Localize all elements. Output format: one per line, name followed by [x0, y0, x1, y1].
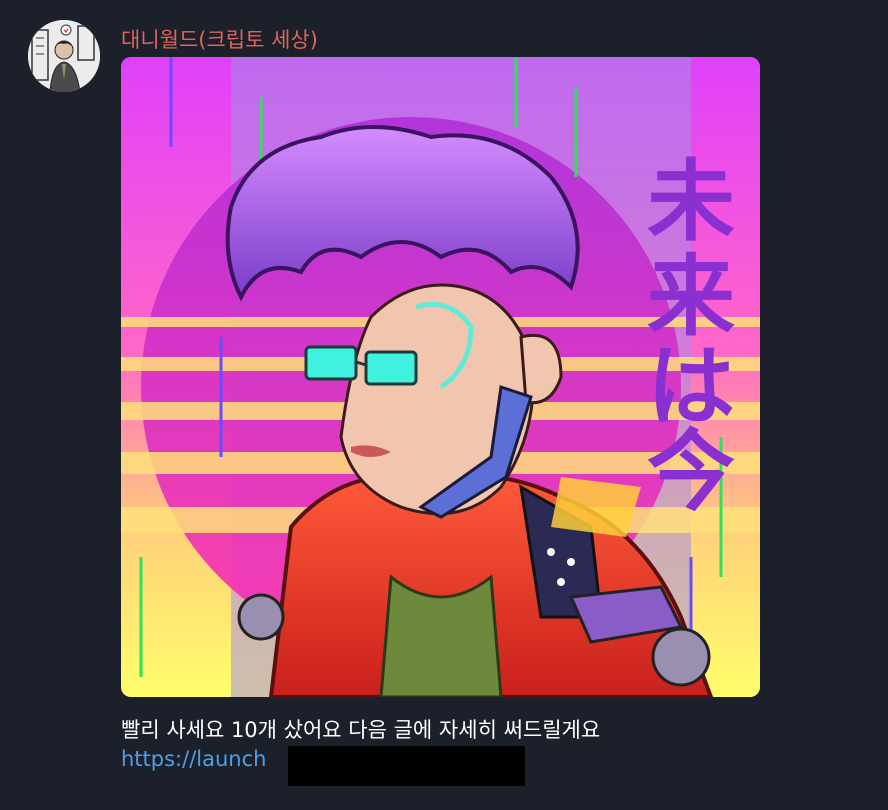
chat-message: 대니월드(크립토 세상) 未 来 は 今 빨리 사세요 10개 샀어요 다음 글…	[0, 0, 888, 810]
photo-attachment[interactable]: 未 来 は 今	[121, 57, 760, 697]
message-link[interactable]: https://launch	[121, 747, 266, 771]
cyberpunk-artwork: 未 来 は 今	[121, 57, 760, 697]
svg-text:今: 今	[647, 420, 735, 523]
message-caption: 빨리 사세요 10개 샀어요 다음 글에 자세히 써드릴게요	[121, 718, 601, 742]
redaction-bar	[288, 746, 525, 786]
sender-name[interactable]: 대니월드(크립토 세상)	[121, 24, 318, 54]
sender-avatar[interactable]	[28, 20, 100, 92]
svg-text:来: 来	[647, 245, 735, 348]
svg-text:未: 未	[647, 150, 735, 253]
avatar-illustration	[28, 20, 100, 92]
